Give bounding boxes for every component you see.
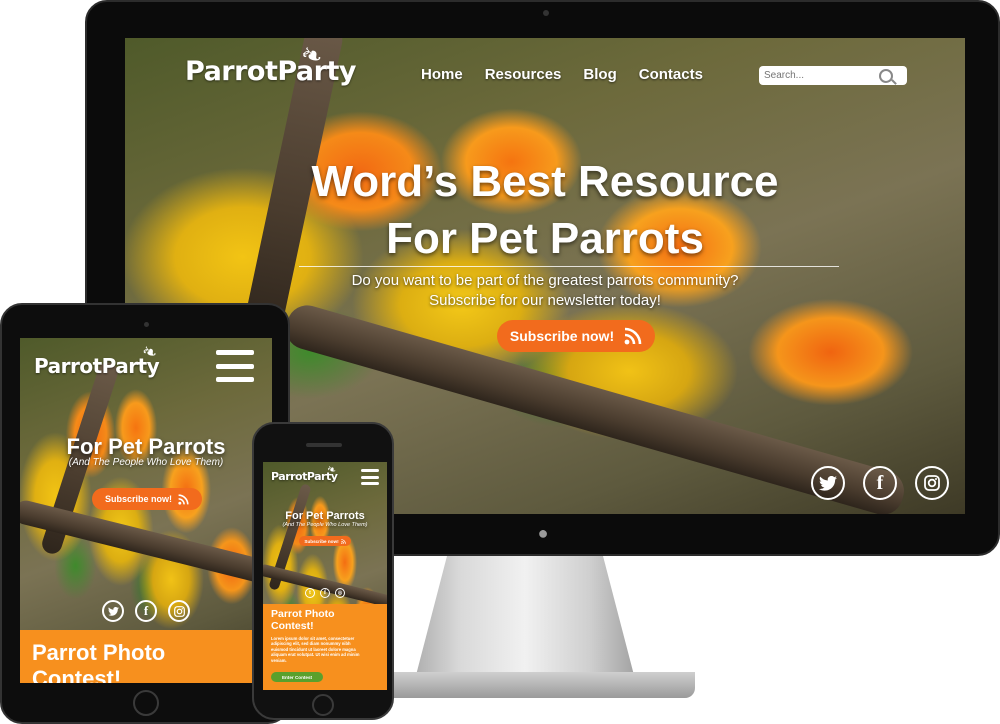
- tablet-menu-icon[interactable]: [216, 350, 254, 382]
- phone-instagram-icon[interactable]: ◎: [335, 588, 345, 598]
- tablet-tagline: (And The People Who Love Them): [68, 457, 224, 468]
- tablet-subscribe-button[interactable]: Subscribe now!: [92, 488, 202, 510]
- phone-speaker: [306, 443, 342, 447]
- tablet-camera: [144, 322, 149, 327]
- hero-subtitle-line1: Do you want to be part of the greatest p…: [351, 272, 739, 289]
- facebook-icon[interactable]: f: [863, 466, 897, 500]
- nav-home[interactable]: Home: [421, 66, 463, 83]
- tablet-instagram-icon[interactable]: [168, 600, 190, 622]
- phone-tagline: (And The People Who Love Them): [282, 522, 368, 528]
- tablet-screen: ParrotParty ❧ For Pet Parrots (And The P…: [20, 338, 272, 683]
- subscribe-label: Subscribe now!: [509, 328, 615, 344]
- phone-menu-icon[interactable]: [361, 469, 379, 485]
- nav-blog[interactable]: Blog: [583, 66, 616, 83]
- phone-twitter-icon[interactable]: t: [305, 588, 315, 598]
- tablet-twitter-icon[interactable]: [102, 600, 124, 622]
- monitor-camera: [543, 10, 549, 16]
- monitor-stand: [415, 556, 635, 676]
- apple-logo-icon: ●: [537, 523, 549, 543]
- nav-contacts[interactable]: Contacts: [639, 66, 703, 83]
- phone-home-button[interactable]: [312, 694, 334, 716]
- tablet-subscribe-label: Subscribe now!: [104, 494, 172, 504]
- phone-device: ParrotParty ❧ For Pet Parrots (And The P…: [252, 422, 394, 720]
- search-box: [759, 66, 907, 85]
- tablet-contest-title-line2: Contest!: [32, 666, 122, 683]
- hero-title-line1: Word’s Best Resource: [311, 157, 779, 206]
- phone-subscribe-label: Subscribe now!: [304, 538, 339, 544]
- phone-rss-icon: [340, 538, 346, 544]
- phone-facebook-icon[interactable]: f: [320, 588, 330, 598]
- tablet-contest-panel: Parrot Photo Contest!: [20, 630, 272, 683]
- hero-title-line2: For Pet Parrots: [386, 214, 704, 263]
- twitter-icon[interactable]: [811, 466, 845, 500]
- monitor-base: [385, 672, 695, 698]
- search-input[interactable]: [759, 70, 879, 81]
- phone-branch-perch: [263, 563, 387, 609]
- phone-contest-text: Lorem ipsum dolor sit amet, consectetuer…: [271, 636, 360, 663]
- nav-resources[interactable]: Resources: [485, 66, 562, 83]
- site-logo[interactable]: ParrotParty: [185, 56, 356, 87]
- rss-icon: [624, 327, 642, 345]
- tablet-home-button[interactable]: [133, 690, 159, 716]
- hero-divider: [299, 266, 839, 267]
- phone-contest-title-line2: Contest!: [271, 620, 314, 632]
- subscribe-button[interactable]: Subscribe now!: [497, 320, 655, 352]
- phone-screen: ParrotParty ❧ For Pet Parrots (And The P…: [263, 462, 387, 690]
- instagram-icon[interactable]: [915, 466, 949, 500]
- phone-contest-panel: Parrot Photo Contest! Lorem ipsum dolor …: [263, 604, 387, 690]
- tablet-device: ParrotParty ❧ For Pet Parrots (And The P…: [0, 303, 290, 724]
- phone-enter-contest-button[interactable]: Enter Contest: [271, 672, 323, 682]
- tablet-facebook-icon[interactable]: f: [135, 600, 157, 622]
- phone-contest-title-line1: Parrot Photo: [271, 608, 335, 620]
- tablet-contest-title-line1: Parrot Photo: [32, 640, 166, 665]
- main-nav: Home Resources Blog Contacts: [421, 66, 703, 83]
- tablet-rss-icon: [178, 493, 189, 505]
- phone-subscribe-button[interactable]: Subscribe now!: [299, 536, 351, 546]
- hero-subtitle-line2: Subscribe for our newsletter today!: [429, 292, 661, 309]
- search-icon[interactable]: [879, 68, 893, 83]
